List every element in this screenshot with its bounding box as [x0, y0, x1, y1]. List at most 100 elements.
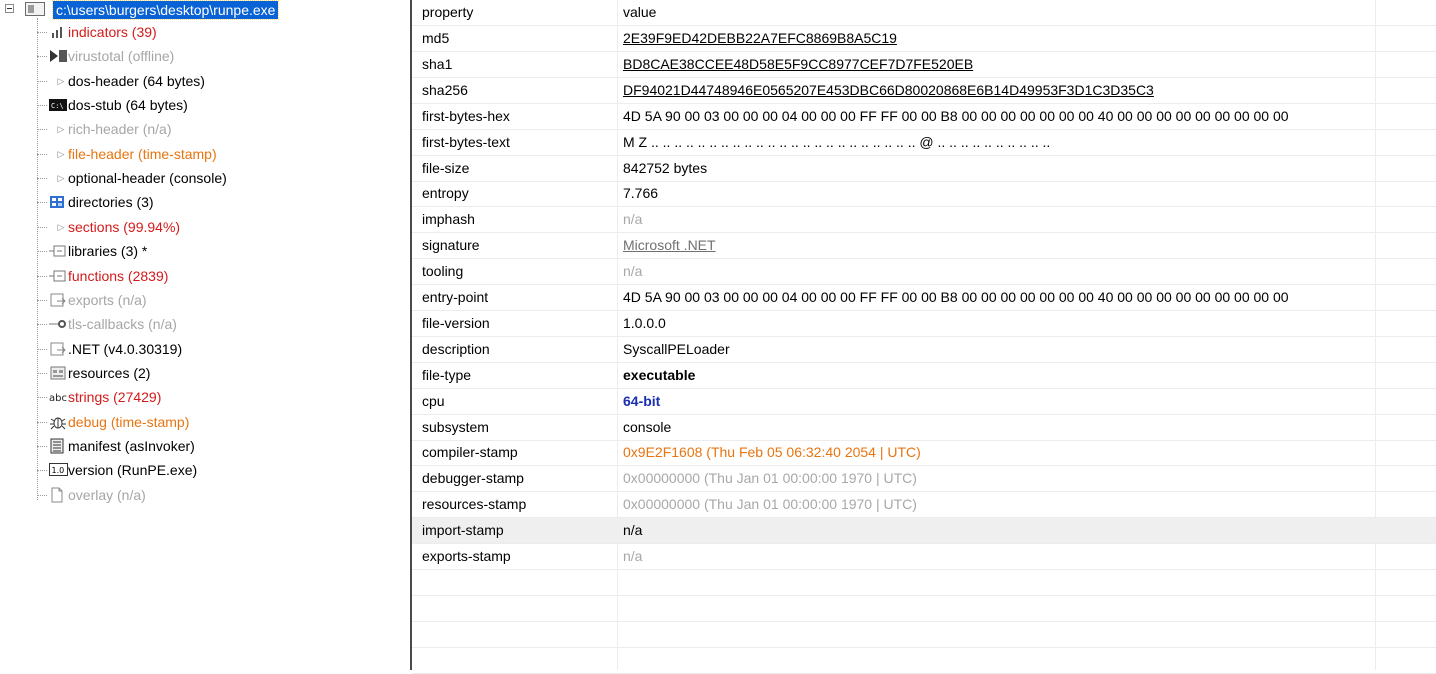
tree-connector: [37, 129, 47, 131]
table-row[interactable]: exports-stamp n/a: [412, 544, 1436, 570]
table-row[interactable]: md5 2E39F9ED42DEBB22A7EFC8869B8A5C19: [412, 26, 1436, 52]
table-row[interactable]: signature Microsoft .NET: [412, 233, 1436, 260]
tree-root[interactable]: c:\users\burgers\desktop\runpe.exe: [0, 0, 410, 20]
tree-item[interactable]: .NET (v4.0.30319): [0, 339, 360, 359]
property-cell: imphash: [422, 211, 475, 228]
tree-item[interactable]: exports (n/a): [0, 290, 360, 310]
table-row[interactable]: subsystem console: [412, 415, 1436, 441]
tree-item-label: dos-header (64 bytes): [68, 72, 205, 89]
tree-item-label: tls-callbacks (n/a): [68, 316, 177, 333]
tree-connector: [37, 105, 47, 107]
value-cell: 4D 5A 90 00 03 00 00 00 04 00 00 00 FF F…: [623, 107, 1289, 124]
tree-item[interactable]: debug (time-stamp): [0, 412, 360, 432]
tree-item[interactable]: directories (3): [0, 192, 360, 212]
value-cell[interactable]: DF94021D44748946E0565207E453DBC66D800208…: [623, 78, 1373, 103]
table-row[interactable]: entropy 7.766: [412, 181, 1436, 208]
tree-connector: [37, 494, 47, 496]
table-row[interactable]: file-type executable: [412, 363, 1436, 389]
tree-connector: [37, 397, 47, 399]
value-cell[interactable]: Microsoft .NET: [623, 233, 1373, 258]
tree-item[interactable]: manifest (asInvoker): [0, 436, 360, 456]
tree-connector: [37, 348, 47, 350]
table-row[interactable]: description SyscallPELoader: [412, 337, 1436, 363]
table-row[interactable]: debugger-stamp 0x00000000 (Thu Jan 01 00:…: [412, 466, 1436, 493]
expand-triangle-icon[interactable]: ▷: [55, 168, 67, 188]
table-row[interactable]: first-bytes-hex 4D 5A 90 00 03 00 00 00 0…: [412, 104, 1436, 130]
tree-item[interactable]: functions (2839): [0, 266, 360, 286]
tree-panel[interactable]: c:\users\burgers\desktop\runpe.exe indic…: [0, 0, 410, 670]
property-cell: first-bytes-text: [422, 133, 510, 150]
tree-item[interactable]: overlay (n/a): [0, 485, 360, 505]
tree-item[interactable]: ▷ file-header (time-stamp): [0, 144, 360, 164]
value-cell[interactable]: BD8CAE38CCEE48D58E5F9CC8977CEF7D7FE520EB: [623, 52, 1373, 77]
tree-item[interactable]: resources (2): [0, 363, 360, 383]
expand-triangle-icon[interactable]: ▷: [55, 71, 67, 91]
table-row[interactable]: imphash n/a: [412, 207, 1436, 234]
tree-item[interactable]: libraries (3) *: [0, 241, 360, 261]
value-cell[interactable]: 2E39F9ED42DEBB22A7EFC8869B8A5C19: [623, 26, 1373, 51]
table-row[interactable]: cpu 64-bit: [412, 389, 1436, 415]
value-cell: 0x9E2F1608 (Thu Feb 05 06:32:40 2054 | U…: [623, 444, 921, 461]
value-cell: console: [623, 418, 672, 435]
table-row[interactable]: resources-stamp 0x00000000 (Thu Jan 01 00…: [412, 492, 1436, 519]
tree-item[interactable]: abc strings (27429): [0, 387, 360, 407]
property-cell: signature: [422, 237, 480, 254]
console-icon: C:\: [49, 97, 67, 113]
property-cell: file-version: [422, 314, 490, 331]
resources-icon: [49, 365, 66, 381]
table-row[interactable]: first-bytes-text M Z .. .. .. .. .. .. ..…: [412, 130, 1436, 156]
header-property[interactable]: property: [422, 0, 617, 25]
tree-item-label: sections (99.94%): [68, 218, 181, 235]
tree-item[interactable]: ▷ dos-header (64 bytes): [0, 71, 360, 91]
empty-row: [412, 570, 1436, 596]
tree-item[interactable]: 1.0 version (RunPE.exe): [0, 460, 360, 480]
table-row[interactable]: entry-point 4D 5A 90 00 03 00 00 00 04 00…: [412, 285, 1436, 311]
tree-item[interactable]: tls-callbacks (n/a): [0, 314, 360, 334]
tree-item[interactable]: virustotal (offline): [0, 46, 360, 66]
header-value[interactable]: value: [623, 0, 1373, 25]
tree-connector: [37, 178, 47, 180]
expand-triangle-icon[interactable]: ▷: [55, 119, 67, 139]
table-row[interactable]: tooling n/a: [412, 259, 1436, 286]
tree-item-label: manifest (asInvoker): [68, 437, 195, 454]
table-row[interactable]: file-size 842752 bytes: [412, 156, 1436, 182]
properties-grid[interactable]: property value md5 2E39F9ED42DEBB22A7EFC8…: [412, 0, 1436, 674]
table-row[interactable]: sha256 DF94021D44748946E0565207E453DBC66D…: [412, 78, 1436, 104]
version-icon: 1.0: [49, 462, 68, 478]
tree-item-label: version (RunPE.exe): [68, 462, 198, 479]
property-cell: entry-point: [422, 289, 489, 305]
tree-item-label: exports (n/a): [68, 291, 147, 308]
tree-item[interactable]: ▷ optional-header (console): [0, 168, 360, 188]
page-icon: [49, 487, 65, 503]
property-cell: resources-stamp: [422, 496, 527, 513]
value-cell: 4D 5A 90 00 03 00 00 00 04 00 00 00 FF F…: [623, 289, 1289, 305]
tree-item-label: libraries (3) *: [68, 243, 148, 260]
tree-item[interactable]: ▷ rich-header (n/a): [0, 119, 360, 139]
table-row[interactable]: sha1 BD8CAE38CCEE48D58E5F9CC8977CEF7D7FE5…: [412, 52, 1436, 78]
tree-item[interactable]: C:\ dos-stub (64 bytes): [0, 95, 360, 115]
tree-item-label: resources (2): [68, 364, 151, 381]
bug-icon: [49, 414, 66, 430]
tree-connector: [37, 275, 47, 277]
collapse-icon[interactable]: [5, 4, 14, 13]
table-row[interactable]: compiler-stamp 0x9E2F1608 (Thu Feb 05 06:…: [412, 440, 1436, 467]
directories-icon: [49, 194, 65, 210]
property-cell: sha256: [422, 81, 468, 98]
table-row[interactable]: import-stamp n/a: [412, 518, 1436, 545]
tree-root-label[interactable]: c:\users\burgers\desktop\runpe.exe: [51, 0, 280, 20]
grid-header: property value: [412, 0, 1436, 26]
property-cell: debugger-stamp: [422, 470, 524, 487]
window-icon: [25, 2, 45, 16]
expand-triangle-icon[interactable]: ▷: [55, 144, 67, 164]
tree-item[interactable]: indicators (39): [0, 22, 360, 42]
virustotal-icon: [49, 48, 67, 64]
property-cell: file-type: [422, 366, 472, 383]
manifest-icon: [49, 438, 65, 454]
expand-triangle-icon[interactable]: ▷: [55, 217, 67, 237]
tree-connector: [37, 324, 47, 326]
value-cell: 0x00000000 (Thu Jan 01 00:00:00 1970 | U…: [623, 470, 917, 487]
table-row[interactable]: file-version 1.0.0.0: [412, 311, 1436, 337]
tree-item[interactable]: ▷ sections (99.94%): [0, 217, 360, 237]
callback-icon: [49, 316, 66, 332]
property-cell: md5: [422, 30, 450, 46]
